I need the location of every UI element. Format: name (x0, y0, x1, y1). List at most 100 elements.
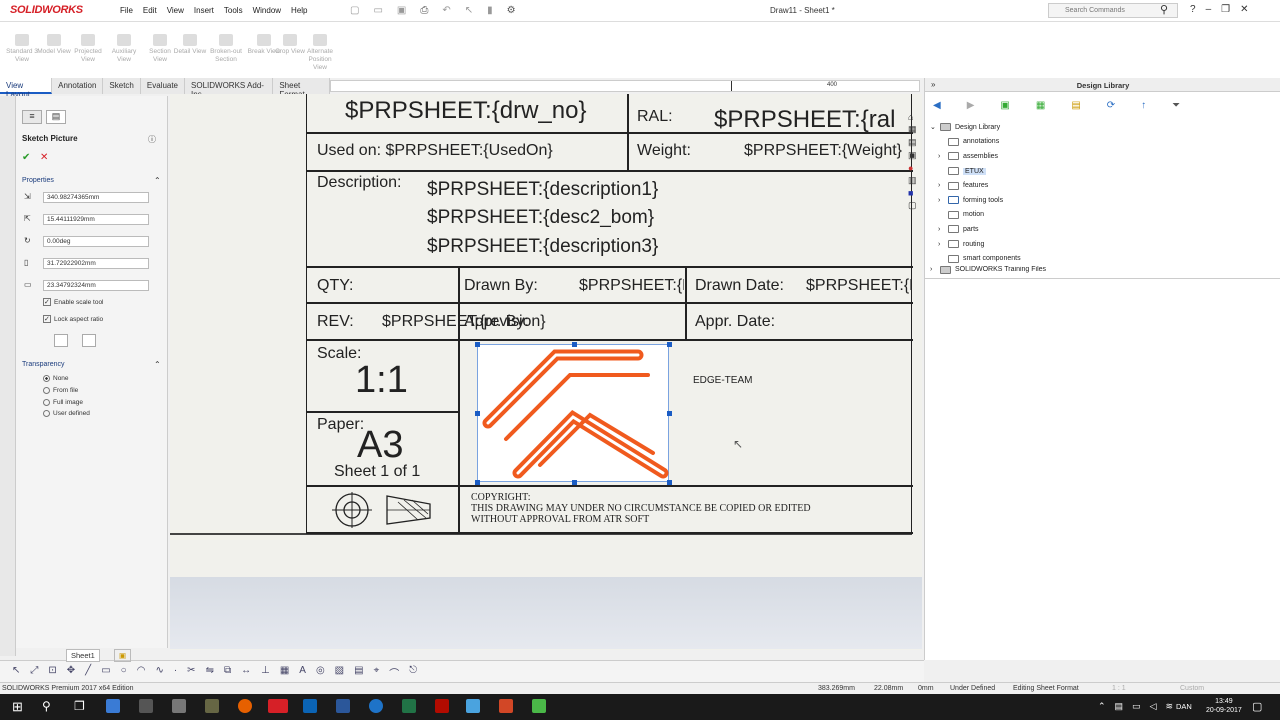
close-icon[interactable]: ✕ (1240, 4, 1248, 15)
tree-item-motion[interactable]: motion (930, 208, 1046, 223)
projected-view-button[interactable]: Projected View (70, 34, 106, 64)
alternate-position-view-button[interactable]: Alternate Position View (302, 34, 338, 72)
resize-handle[interactable] (667, 480, 672, 485)
property-manager-icon[interactable]: ▤ (46, 110, 66, 124)
tab-sheet-format[interactable]: Sheet Format (273, 78, 330, 99)
menu-help[interactable]: Help (291, 6, 307, 15)
back-icon[interactable]: ◀ (933, 100, 941, 111)
tree-item-etux[interactable]: ETUX (930, 164, 1046, 179)
resize-handle[interactable] (475, 342, 480, 347)
add-file-icon[interactable]: ▤ (1071, 100, 1080, 111)
new-icon[interactable]: ▢ (350, 5, 359, 16)
title-block[interactable]: $PRPSHEET:{drw_no} RAL: $PRPSHEET:{ral U… (306, 94, 913, 534)
table-icon[interactable]: ▦ (280, 665, 289, 680)
weld-symbol-icon[interactable]: ⌒ (389, 665, 399, 680)
home-icon[interactable]: ⌂ (908, 112, 922, 122)
transparency-full-image-radio[interactable]: Full image (43, 399, 83, 406)
tree-item-assemblies[interactable]: › assemblies (930, 149, 1046, 164)
up-icon[interactable]: ↑ (1141, 100, 1146, 111)
menu-file[interactable]: File (120, 6, 133, 15)
tab-evaluate[interactable]: Evaluate (141, 78, 186, 94)
trim-icon[interactable]: ✂ (187, 665, 195, 680)
lock-aspect-ratio-checkbox[interactable]: ✓ Lock aspect ratio (43, 315, 103, 323)
rebuild-icon[interactable]: ▮ (487, 5, 493, 16)
broken-out-section-button[interactable]: Broken-out Section (208, 34, 244, 64)
menu-edit[interactable]: Edit (143, 6, 157, 15)
resize-handle[interactable] (475, 480, 480, 485)
exit-sketch-icon[interactable]: ⎋ (409, 665, 417, 680)
app-icon[interactable] (466, 699, 480, 713)
powerpoint-icon[interactable] (499, 699, 513, 713)
auxiliary-view-button[interactable]: Auxiliary View (106, 34, 142, 64)
file-explorer-icon[interactable] (139, 699, 153, 713)
clock[interactable]: 13:49 20-09-2017 (1206, 697, 1242, 715)
add-sheet-icon[interactable]: ▣ (114, 649, 132, 662)
add-location-icon[interactable]: ▣ (1000, 100, 1009, 111)
teamviewer-icon[interactable] (369, 699, 383, 713)
refresh-icon[interactable]: ⟳ (1107, 100, 1115, 111)
relation-icon[interactable]: ⊥ (261, 665, 270, 680)
windows-start-icon[interactable]: ⊞ (12, 699, 23, 715)
tree-item-parts[interactable]: › parts (930, 222, 1046, 237)
note-icon[interactable]: A (299, 665, 306, 680)
horizontal-scrollbar[interactable]: 400 (330, 80, 920, 92)
volume-icon[interactable]: ◁ (1150, 701, 1157, 712)
zoom-fit-icon[interactable]: ⤢ (30, 665, 38, 680)
enable-scale-tool-checkbox[interactable]: ✓ Enable scale tool (43, 298, 104, 306)
offset-icon[interactable]: ⧉ (224, 665, 231, 680)
height-field[interactable]: 23.34792324mm (43, 280, 149, 291)
arc-icon[interactable]: ◠ (137, 665, 146, 680)
unit-system[interactable]: Custom (1180, 685, 1204, 692)
ok-icon[interactable]: ✔ (22, 152, 30, 163)
forward-icon[interactable]: ▶ (967, 100, 975, 111)
line-icon[interactable]: ╱ (85, 665, 91, 680)
model-view-button[interactable]: Model View (36, 34, 72, 56)
menu-insert[interactable]: Insert (194, 6, 214, 15)
design-library-icon[interactable]: ▤ (908, 137, 922, 148)
resize-handle[interactable] (572, 342, 577, 347)
transparency-from-file-radio[interactable]: From file (43, 387, 78, 394)
options-icon[interactable]: ⚙ (507, 5, 516, 16)
tree-item-annotations[interactable]: annotations (930, 135, 1046, 150)
tab-sketch[interactable]: Sketch (103, 78, 141, 94)
save-icon[interactable]: ▣ (397, 5, 406, 16)
hatch-icon[interactable]: ▧ (335, 665, 344, 680)
zoom-area-icon[interactable]: ⊡ (48, 665, 56, 680)
tree-root-design-library[interactable]: ⌄ Design Library (930, 120, 1046, 135)
point-icon[interactable]: · (174, 665, 177, 680)
minimize-icon[interactable]: – (1206, 4, 1212, 15)
tab-solidworks-add-ins[interactable]: SOLIDWORKS Add-Ins (185, 78, 274, 99)
app-icon[interactable] (205, 699, 219, 713)
balloon-icon[interactable]: ◎ (316, 665, 325, 680)
file-explorer-icon[interactable]: ▣ (908, 150, 922, 161)
tab-annotation[interactable]: Annotation (52, 78, 104, 94)
feature-manager-icon[interactable]: ≡ (22, 110, 42, 124)
view-palette-icon[interactable]: ▥ (908, 175, 922, 186)
resize-handle[interactable] (572, 480, 577, 485)
flip-horizontal-button[interactable] (54, 334, 68, 347)
block-icon[interactable]: ▤ (354, 665, 363, 680)
scroll-thumb[interactable] (731, 81, 732, 91)
standard-3-view-button[interactable]: Standard 3 View (4, 34, 40, 64)
word-icon[interactable] (336, 699, 350, 713)
y-position-field[interactable]: 15.44111929mm (43, 214, 149, 225)
tree-item-features[interactable]: › features (930, 178, 1046, 193)
expand-icon[interactable]: » (931, 80, 935, 89)
transparency-user-defined-radio[interactable]: User defined (43, 410, 90, 417)
mirror-icon[interactable]: ⇋ (206, 665, 214, 680)
search-commands-input[interactable]: Search Commands (1048, 3, 1178, 18)
tree-item-forming-tools[interactable]: › forming tools (930, 193, 1046, 208)
sheet-tab[interactable]: Sheet1 (66, 649, 100, 662)
solidworks-taskbar-icon[interactable] (268, 699, 288, 713)
pan-icon[interactable]: ✥ (67, 665, 75, 680)
search-icon[interactable]: ⚲ (1160, 3, 1168, 16)
smart-dimension-icon[interactable]: ⌖ (374, 665, 380, 680)
collapse-icon[interactable]: ⌃ (154, 176, 161, 185)
battery-icon[interactable]: ▭ (1132, 701, 1141, 712)
print-icon[interactable]: ⎙ (420, 5, 428, 16)
outlook-icon[interactable] (303, 699, 317, 713)
cancel-icon[interactable]: ✕ (40, 152, 48, 163)
resources-icon[interactable]: ▦ (908, 124, 922, 135)
transparency-none-radio[interactable]: None (43, 375, 69, 382)
resize-handle[interactable] (667, 342, 672, 347)
